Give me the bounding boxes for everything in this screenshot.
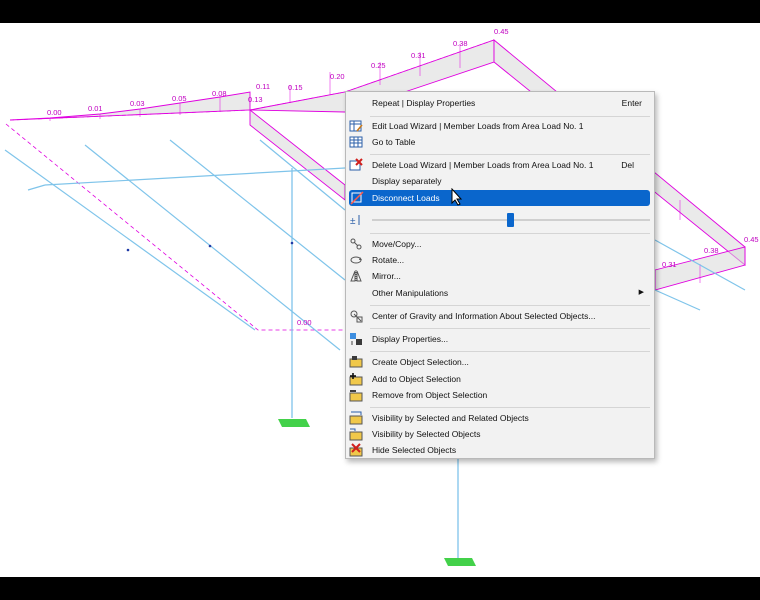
load-label: 0.31 xyxy=(662,260,677,269)
menu-item-label: Add to Object Selection xyxy=(372,374,461,384)
mirror-icon xyxy=(349,269,363,283)
menu-item-label: Edit Load Wizard | Member Loads from Are… xyxy=(372,121,584,131)
menu-item-label: Other Manipulations xyxy=(372,288,449,298)
load-label: 0.05 xyxy=(172,94,187,103)
menu-item-label: Display separately xyxy=(372,176,442,186)
load-label: 0.08 xyxy=(212,89,227,98)
load-label: 0.38 xyxy=(704,246,719,255)
hide-icon xyxy=(349,443,363,457)
menu-separator xyxy=(370,154,650,155)
menu-item-mirror[interactable]: Mirror... xyxy=(348,268,652,284)
menu-item-visibility-related[interactable]: Visibility by Selected and Related Objec… xyxy=(348,410,652,426)
menu-item-display-separately[interactable]: Display separately xyxy=(348,173,652,189)
load-scale-slider-row: ± xyxy=(348,211,652,229)
menu-item-edit-wizard[interactable]: Edit Load Wizard | Member Loads from Are… xyxy=(348,118,652,134)
menu-item-add-to-selection[interactable]: Add to Object Selection xyxy=(348,371,652,387)
menu-item-center-of-gravity[interactable]: Center of Gravity and Information About … xyxy=(348,308,652,324)
create-selection-icon xyxy=(349,355,363,369)
load-label: 0.38 xyxy=(453,39,468,48)
menu-item-rotate[interactable]: Rotate... xyxy=(348,252,652,268)
rotate-icon xyxy=(349,253,363,267)
display-properties-icon xyxy=(349,332,363,346)
center-gravity-icon xyxy=(349,309,363,323)
menu-item-label: Move/Copy... xyxy=(372,239,422,249)
menu-separator xyxy=(370,407,650,408)
shortcut-label: Del xyxy=(621,160,634,170)
menu-item-go-to-table[interactable]: Go to Table xyxy=(348,134,652,150)
load-label: 0.00 xyxy=(47,108,62,117)
remove-selection-icon xyxy=(349,388,363,402)
context-menu: Repeat | Display Properties Enter Edit L… xyxy=(345,91,655,459)
menu-item-label: Mirror... xyxy=(372,271,401,281)
menu-item-label: Center of Gravity and Information About … xyxy=(372,311,596,321)
svg-text:±: ± xyxy=(350,216,356,227)
load-label: 0.31 xyxy=(411,51,426,60)
slider-thumb[interactable] xyxy=(507,213,514,227)
menu-separator xyxy=(370,116,650,117)
menu-separator xyxy=(370,351,650,352)
load-label: 0.01 xyxy=(88,104,103,113)
load-label: 0.13 xyxy=(248,95,263,104)
table-icon xyxy=(349,135,363,149)
menu-item-repeat[interactable]: Repeat | Display Properties Enter xyxy=(348,95,652,111)
menu-item-move-copy[interactable]: Move/Copy... xyxy=(348,236,652,252)
delete-wizard-icon xyxy=(349,158,363,172)
menu-item-label: Rotate... xyxy=(372,255,405,265)
menu-item-label: Go to Table xyxy=(372,137,416,147)
menu-separator xyxy=(370,233,650,234)
add-selection-icon xyxy=(349,372,363,386)
member-load-left[interactable] xyxy=(249,109,346,201)
menu-item-label: Visibility by Selected Objects xyxy=(372,429,481,439)
submenu-arrow-icon: ▶ xyxy=(638,289,644,296)
menu-separator xyxy=(370,305,650,306)
load-scale-icon: ± xyxy=(349,213,363,227)
menu-item-remove-from-selection[interactable]: Remove from Object Selection xyxy=(348,387,652,403)
load-label: 0.45 xyxy=(494,27,509,36)
menu-item-label: Hide Selected Objects xyxy=(372,445,457,455)
menu-item-create-selection[interactable]: Create Object Selection... xyxy=(348,354,652,370)
load-label: 0.45 xyxy=(744,235,759,244)
menu-item-label: Remove from Object Selection xyxy=(372,390,488,400)
visibility-related-icon xyxy=(349,411,363,425)
load-label: 0.20 xyxy=(330,72,345,81)
load-label: 0.03 xyxy=(130,99,145,108)
mouse-cursor-icon xyxy=(451,187,463,206)
menu-separator xyxy=(370,328,650,329)
menu-item-display-properties[interactable]: Display Properties... xyxy=(348,331,652,347)
disconnect-icon xyxy=(350,191,364,205)
edit-wizard-icon xyxy=(349,119,363,133)
menu-item-disconnect-loads[interactable]: Disconnect Loads xyxy=(349,190,650,206)
load-label: 0.00 xyxy=(297,318,312,327)
menu-item-label: Visibility by Selected and Related Objec… xyxy=(372,413,529,423)
nodes xyxy=(126,241,294,252)
move-copy-icon xyxy=(349,237,363,251)
visibility-selected-icon xyxy=(349,427,363,441)
menu-item-visibility-selected[interactable]: Visibility by Selected Objects xyxy=(348,426,652,442)
menu-item-label: Delete Load Wizard | Member Loads from A… xyxy=(372,160,594,170)
load-label: 0.25 xyxy=(371,61,386,70)
menu-item-other-manipulations[interactable]: Other Manipulations ▶ xyxy=(348,285,652,301)
menu-item-label: Display Properties... xyxy=(372,334,449,344)
menu-item-hide-selected[interactable]: Hide Selected Objects xyxy=(348,442,652,458)
menu-item-label: Create Object Selection... xyxy=(372,357,469,367)
load-label: 0.15 xyxy=(288,83,303,92)
menu-item-label: Disconnect Loads xyxy=(372,193,440,203)
menu-item-delete-wizard[interactable]: Delete Load Wizard | Member Loads from A… xyxy=(348,157,652,173)
bottom-black-bar xyxy=(0,577,760,600)
menu-item-label: Repeat | Display Properties xyxy=(372,98,476,108)
load-label: 0.11 xyxy=(256,82,270,91)
shortcut-label: Enter xyxy=(621,98,642,108)
top-black-bar xyxy=(0,0,760,23)
